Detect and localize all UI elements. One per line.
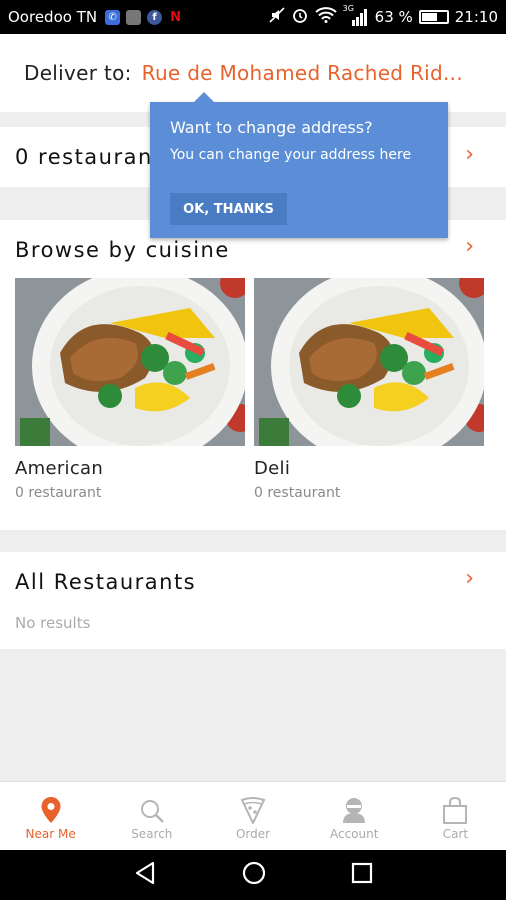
home-icon[interactable]: [241, 860, 267, 890]
nav-item-near-me[interactable]: Near Me: [0, 782, 101, 850]
facebook-icon: f: [147, 9, 163, 25]
account-icon: [343, 798, 366, 823]
battery-percent: 63 %: [374, 8, 413, 26]
section-title: Browse by cuisine: [15, 238, 230, 262]
nav-label: Near Me: [25, 827, 76, 841]
status-bar: Ooredoo TN ✆ f N 3G 63 % 21:10: [0, 0, 506, 34]
carrier-name: Ooredoo TN: [8, 8, 98, 26]
back-icon[interactable]: [132, 860, 158, 890]
change-address-tooltip: Want to change address? You can change y…: [150, 92, 448, 238]
system-nav-bar: [0, 850, 506, 900]
nav-item-order[interactable]: Order: [202, 782, 303, 850]
netflix-icon: N: [170, 9, 182, 25]
tooltip-title: Want to change address?: [170, 118, 373, 137]
deliver-to-label: Deliver to:: [24, 61, 132, 85]
cuisine-name: American: [15, 458, 104, 479]
cart-icon: [443, 796, 468, 824]
all-restaurants-section: All Restaurants › No results: [0, 552, 506, 649]
cuisine-restaurant-count: 0 restaurant: [15, 485, 102, 501]
food-image: [15, 278, 245, 446]
section-title: All Restaurants: [15, 570, 197, 594]
pizza-icon: [240, 797, 266, 824]
alarm-icon: [291, 6, 309, 28]
battery-icon: [418, 10, 449, 24]
cuisine-card-american[interactable]: American 0 restaurant: [15, 278, 245, 501]
phone-call-icon: ✆: [105, 9, 121, 25]
network-type: 3G: [342, 4, 354, 13]
nav-label: Search: [131, 827, 173, 841]
nav-item-account[interactable]: Account: [304, 782, 405, 850]
image-icon: [126, 9, 142, 25]
nav-item-search[interactable]: Search: [101, 782, 202, 850]
chevron-right-icon[interactable]: ›: [465, 236, 474, 258]
wifi-icon: [314, 7, 337, 27]
clock: 21:10: [454, 8, 498, 26]
ok-thanks-button[interactable]: OK, THANKS: [170, 193, 287, 225]
recent-apps-icon[interactable]: [350, 861, 374, 889]
deliver-to-bar[interactable]: Deliver to: Rue de Mohamed Rached Rid...: [0, 34, 506, 112]
restaurants-count: 0 restaurant: [15, 145, 163, 169]
no-results-text: No results: [15, 614, 91, 632]
mute-icon: [269, 7, 285, 27]
location-pin-icon: [41, 797, 61, 823]
nav-label: Account: [329, 827, 379, 841]
bottom-nav: Near Me Search Order Account Cart: [0, 781, 506, 850]
tooltip-body: You can change your address here: [170, 147, 412, 163]
nav-label: Order: [235, 827, 271, 841]
search-icon: [140, 800, 164, 823]
chevron-right-icon: ›: [465, 142, 474, 167]
cuisine-card-deli[interactable]: Deli 0 restaurant: [254, 278, 484, 501]
cuisine-name: Deli: [254, 458, 291, 479]
chevron-right-icon[interactable]: ›: [465, 568, 474, 590]
cuisine-restaurant-count: 0 restaurant: [254, 485, 341, 501]
nav-label: Cart: [442, 827, 469, 841]
browse-by-cuisine-section: Browse by cuisine › American 0 restauran…: [0, 220, 506, 530]
signal-icon: 3G: [343, 4, 369, 26]
food-image: [254, 278, 484, 446]
delivery-address[interactable]: Rue de Mohamed Rached Rid...: [142, 61, 463, 85]
nav-item-cart[interactable]: Cart: [405, 782, 506, 850]
